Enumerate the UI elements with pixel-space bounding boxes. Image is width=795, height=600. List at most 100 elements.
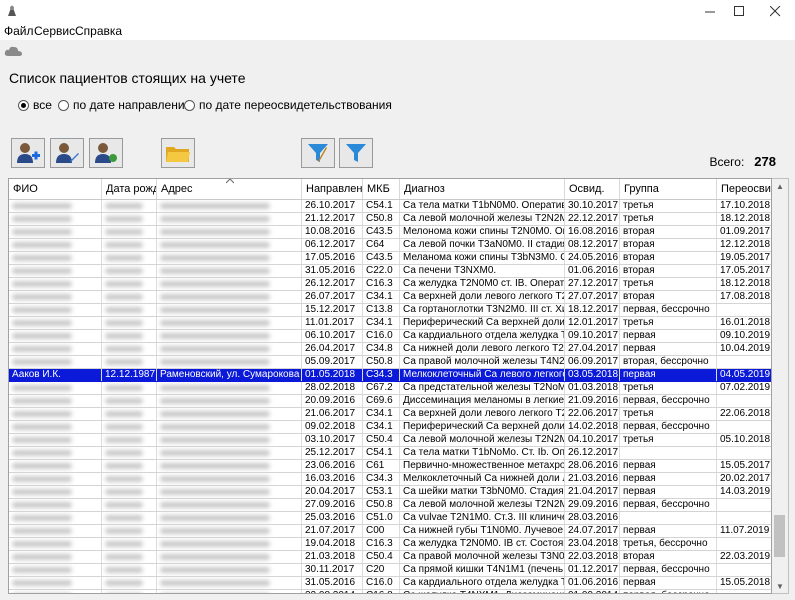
redacted-text xyxy=(160,593,270,594)
table-row[interactable]: 31.05.2016 C22.0 Са печени T3NXM0. 01.06.20… xyxy=(9,265,771,278)
col-diagnosis-cell: Са кардиального отдела желудка T4Nx xyxy=(400,330,565,342)
col-exam-date-cell: 30.10.2017 xyxy=(565,200,620,212)
col-group-cell: вторая xyxy=(620,252,717,264)
maximize-button[interactable] xyxy=(722,0,756,22)
col-icd-cell: C50.8 xyxy=(363,356,400,368)
col-icd-cell: C43.5 xyxy=(363,226,400,238)
patient-card-button[interactable] xyxy=(89,138,123,168)
table-row[interactable]: 21.06.2017 C34.1 Са верхней доли левого ле… xyxy=(9,408,771,421)
table-row[interactable]: Аакoв И.К. 12.12.1987 Раменовский, ул. Сум… xyxy=(9,369,771,382)
table-row[interactable]: 26.04.2017 C34.8 Са нижней доли левого лег… xyxy=(9,343,771,356)
col-reexam-date-header[interactable]: Переосвид. xyxy=(717,179,771,199)
col-birth-date-cell xyxy=(102,330,157,342)
table-row[interactable]: 03.10.2017 C50.4 Са левой молочной железы … xyxy=(9,434,771,447)
col-referral-date-cell: 26.10.2017 xyxy=(302,200,363,212)
filter-by-reexam-date-radio[interactable]: по дате переосвидетельствования xyxy=(184,98,392,112)
scroll-up-icon[interactable]: ▲ xyxy=(772,179,788,193)
table-row[interactable]: 06.12.2017 C64 Са левой почки T3aN0M0. II … xyxy=(9,239,771,252)
apply-filter-button[interactable] xyxy=(339,138,373,168)
col-birth-date-header[interactable]: Дата рожд. xyxy=(102,179,157,199)
radio-indicator[interactable] xyxy=(58,99,69,111)
cloud-icon[interactable] xyxy=(4,44,24,58)
menu-help[interactable]: Справка xyxy=(75,24,122,38)
table-row[interactable]: 21.03.2018 C50.4 Са правой молочной железы… xyxy=(9,551,771,564)
col-group-header[interactable]: Группа xyxy=(620,179,717,199)
redacted-text xyxy=(12,385,72,391)
redacted-text xyxy=(160,411,270,417)
col-icd-cell: C00 xyxy=(363,525,400,537)
table-row[interactable]: 27.09.2016 C50.8 Са левой молочной железы … xyxy=(9,499,771,512)
col-referral-date-cell: 20.09.2016 xyxy=(302,395,363,407)
table-row[interactable]: 26.07.2017 C34.1 Са верхней доли левого ле… xyxy=(9,291,771,304)
menu-file[interactable]: Файл xyxy=(4,24,34,38)
col-address-cell xyxy=(157,512,302,524)
table-row[interactable]: 22.08.2014C16.8Са желудка T4NXM1. Диссем… xyxy=(9,590,771,594)
add-patient-button[interactable] xyxy=(11,138,45,168)
folder-icon xyxy=(166,147,190,162)
table-row[interactable]: 09.02.2018 C34.1 Периферический Са верхней… xyxy=(9,421,771,434)
table-row[interactable]: 17.05.2016 C43.5 Меланома кожи спины T3bN3… xyxy=(9,252,771,265)
open-folder-button[interactable] xyxy=(161,138,195,168)
col-exam-date-cell: 21.09.2016 xyxy=(565,395,620,407)
redacted-text xyxy=(160,307,270,313)
table-row[interactable]: 26.10.2017 C54.1 Са тела матки T1bN0M0. Оп… xyxy=(9,200,771,213)
table-row[interactable]: 16.03.2016 C34.3 Мелкоклеточный Са нижней … xyxy=(9,473,771,486)
scroll-thumb[interactable] xyxy=(774,515,785,557)
col-exam-date-header[interactable]: Освид. xyxy=(565,179,620,199)
table-row[interactable]: 20.04.2017 C53.1 Са шейки матки T3bN0M0. С… xyxy=(9,486,771,499)
close-button[interactable] xyxy=(758,0,792,22)
col-fio-cell xyxy=(9,486,102,498)
scroll-down-icon[interactable]: ▼ xyxy=(772,579,788,593)
table-row[interactable]: 15.12.2017 C13.8 Са гортаноглотки T3N2M0. … xyxy=(9,304,771,317)
col-group-cell: вторая, бессрочно xyxy=(620,356,717,368)
table-row[interactable]: 21.07.2017 C00 Са нижней губы T1N0M0. Луче… xyxy=(9,525,771,538)
table-row[interactable]: 20.09.2016 C69.6 Диссеминация меланомы в л… xyxy=(9,395,771,408)
patients-grid[interactable]: ФИО Дата рожд. Адрес Направлен МКБ Диагноз Осв… xyxy=(8,178,772,594)
col-referral-date-cell: 11.01.2017 xyxy=(302,317,363,329)
edit-patient-button[interactable] xyxy=(50,138,84,168)
table-row[interactable]: 31.05.2016 C16.0 Са кардиального отдела же… xyxy=(9,577,771,590)
col-group-cell: третья xyxy=(620,278,717,290)
col-exam-date-cell: 24.07.2017 xyxy=(565,525,620,537)
table-row[interactable]: 05.09.2017 C50.8 Са правой молочной железы… xyxy=(9,356,771,369)
col-address-cell xyxy=(157,265,302,277)
redacted-text xyxy=(160,580,270,586)
redacted-text xyxy=(105,203,143,209)
radio-indicator[interactable] xyxy=(184,99,195,111)
filter-referral-label: по дате направления xyxy=(73,98,192,112)
table-row[interactable]: 28.02.2018 C67.2 Са предстательной железы … xyxy=(9,382,771,395)
filter-by-referral-date-radio[interactable]: по дате направления xyxy=(58,98,191,112)
filter-settings-button[interactable] xyxy=(301,138,335,168)
col-referral-date-header[interactable]: Направлен xyxy=(302,179,363,199)
vertical-scrollbar[interactable]: ▲ ▼ xyxy=(772,178,789,594)
table-row[interactable]: 23.06.2016 C61 Первично-множественное мета… xyxy=(9,460,771,473)
redacted-text xyxy=(105,294,143,300)
col-reexam-date-cell xyxy=(717,564,771,576)
user-info-icon xyxy=(95,143,117,163)
col-reexam-date-cell xyxy=(717,447,771,459)
table-row[interactable]: 25.03.2016 C51.0 Са vulvae T2N1M0. Ст.3. I… xyxy=(9,512,771,525)
table-row[interactable]: 30.11.2017 C20 Са прямой кишки T4N1M1 (печ… xyxy=(9,564,771,577)
table-row[interactable]: 19.04.2018 C16.3 Са желудка T2N0M0. IB ст.… xyxy=(9,538,771,551)
col-group-cell: третья xyxy=(620,200,717,212)
col-diagnosis-header[interactable]: Диагноз xyxy=(400,179,565,199)
col-address-cell xyxy=(157,421,302,433)
filter-all-radio[interactable]: все xyxy=(18,98,52,112)
table-row[interactable]: 10.08.2016 C43.5 Мелонома кожи спины T2N0M… xyxy=(9,226,771,239)
table-row[interactable]: 26.12.2017 C16.3 Са желудка T2N0M0 ст. IB.… xyxy=(9,278,771,291)
redacted-text xyxy=(12,541,72,547)
col-diagnosis-cell: Са верхней доли левого легкого T2N2M xyxy=(400,291,565,303)
radio-indicator[interactable] xyxy=(18,99,29,111)
table-row[interactable]: 21.12.2017 C50.8 Са левой молочной железы … xyxy=(9,213,771,226)
table-row[interactable]: 25.12.2017 C54.1 Са тела матки T1bNoMo. Ст… xyxy=(9,447,771,460)
col-group-cell: первая, бессрочно xyxy=(620,395,717,407)
col-fio-header[interactable]: ФИО xyxy=(9,179,102,199)
col-exam-date-cell: 01.06.2016 xyxy=(565,265,620,277)
col-address-cell xyxy=(157,252,302,264)
redacted-text xyxy=(160,489,270,495)
col-icd-header[interactable]: МКБ xyxy=(363,179,400,199)
table-row[interactable]: 11.01.2017 C34.1 Периферический Са верхней… xyxy=(9,317,771,330)
menu-service[interactable]: Сервис xyxy=(34,24,75,38)
col-address-cell xyxy=(157,330,302,342)
table-row[interactable]: 06.10.2017 C16.0 Са кардиального отдела же… xyxy=(9,330,771,343)
